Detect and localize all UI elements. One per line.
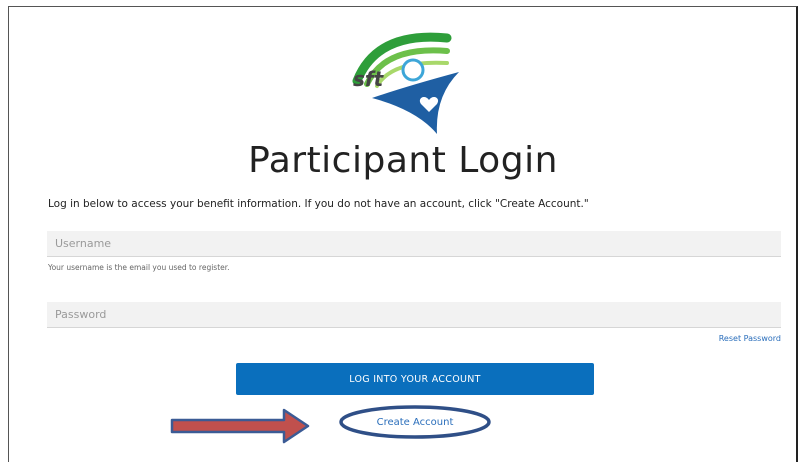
create-account-highlight: Create Account (338, 404, 492, 440)
login-button[interactable]: LOG INTO YOUR ACCOUNT (236, 363, 594, 395)
logo-text: sft (353, 67, 385, 91)
create-account-link[interactable]: Create Account (338, 404, 492, 440)
username-input[interactable] (47, 231, 781, 257)
company-logo: sft (352, 32, 459, 134)
page-title: Participant Login (248, 140, 558, 181)
logo-figure-icon (372, 72, 459, 134)
username-hint: Your username is the email you used to r… (48, 263, 230, 272)
intro-text: Log in below to access your benefit info… (48, 198, 589, 210)
logo-head-icon (401, 58, 425, 82)
password-input[interactable] (47, 302, 781, 328)
reset-password-link[interactable]: Reset Password (719, 334, 781, 343)
right-arrow-icon (170, 408, 310, 444)
